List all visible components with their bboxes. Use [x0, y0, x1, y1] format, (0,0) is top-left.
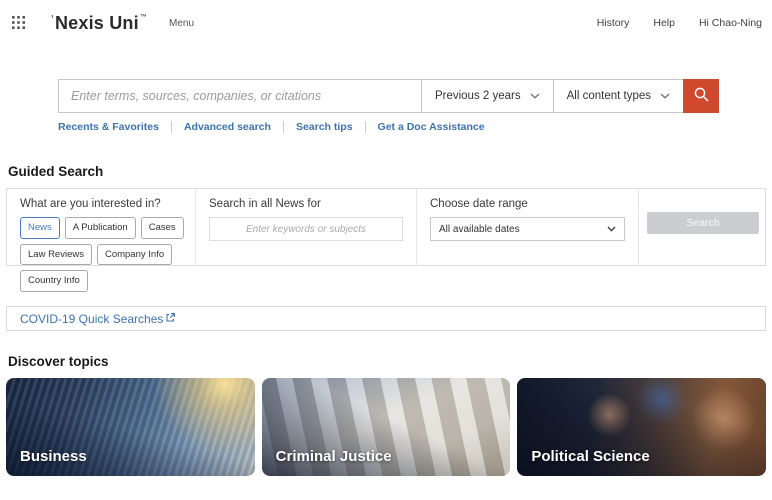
discover-topics-title: Discover topics: [8, 354, 772, 369]
logo-flame-mark: ʼ: [51, 14, 54, 25]
topic-card-label: Business: [20, 448, 87, 465]
chip-news[interactable]: News: [20, 217, 60, 239]
interest-column: What are you interested in? News A Publi…: [7, 189, 195, 265]
date-range-selected-value: All available dates: [439, 224, 520, 235]
content-type-filter-value: All content types: [567, 90, 651, 102]
link-doc-assistance[interactable]: Get a Doc Assistance: [378, 121, 485, 133]
nav-help[interactable]: Help: [653, 17, 675, 29]
chip-company-info[interactable]: Company Info: [97, 244, 172, 266]
nav-history[interactable]: History: [597, 17, 630, 29]
topic-card-political-science[interactable]: Political Science: [517, 378, 766, 476]
date-range-label: Choose date range: [430, 198, 625, 210]
logo-trademark: ™: [140, 14, 147, 21]
chevron-down-icon: [660, 90, 670, 102]
guided-search-action-column: Search: [638, 189, 765, 265]
chevron-down-icon: [530, 90, 540, 102]
keywords-input[interactable]: [209, 217, 403, 241]
link-search-tips[interactable]: Search tips: [296, 121, 353, 133]
keywords-label: Search in all News for: [209, 198, 403, 210]
search-bar: Previous 2 years All content types: [58, 79, 719, 113]
topic-card-label: Criminal Justice: [276, 448, 392, 465]
search-submit-button[interactable]: [683, 79, 719, 113]
interest-options: News A Publication Cases Law Reviews Com…: [20, 217, 189, 297]
date-range-select[interactable]: All available dates: [430, 217, 625, 241]
chip-cases[interactable]: Cases: [141, 217, 184, 239]
chip-a-publication[interactable]: A Publication: [65, 217, 136, 239]
divider: [365, 121, 366, 133]
guided-search-title: Guided Search: [8, 164, 772, 179]
divider: [171, 121, 172, 133]
keywords-column: Search in all News for: [195, 189, 416, 265]
date-range-column: Choose date range All available dates: [416, 189, 638, 265]
search-input[interactable]: [59, 80, 421, 112]
date-filter-dropdown[interactable]: Previous 2 years: [421, 80, 553, 112]
nexis-uni-logo[interactable]: ʼ Nexis Uni ™: [51, 13, 147, 34]
topic-card-business[interactable]: Business: [6, 378, 255, 476]
logo-text: Nexis Uni: [55, 13, 139, 34]
menu-button[interactable]: Menu: [169, 18, 194, 29]
content-type-filter-dropdown[interactable]: All content types: [553, 80, 683, 112]
chip-law-reviews[interactable]: Law Reviews: [20, 244, 92, 266]
topic-cards: Business Criminal Justice Political Scie…: [6, 378, 766, 476]
topic-card-criminal-justice[interactable]: Criminal Justice: [262, 378, 511, 476]
top-nav: History Help Hi Chao-Ning: [597, 17, 762, 29]
top-header: ʼ Nexis Uni ™ Menu History Help Hi Chao-…: [0, 0, 772, 46]
divider: [283, 121, 284, 133]
covid-quick-searches-link[interactable]: COVID-19 Quick Searches: [20, 312, 176, 326]
date-filter-value: Previous 2 years: [435, 90, 521, 102]
magnifier-icon: [693, 86, 710, 106]
apps-grid-icon[interactable]: [12, 16, 26, 30]
guided-search-panel: What are you interested in? News A Publi…: [6, 188, 766, 266]
main-search-section: Previous 2 years All content types Recen…: [58, 79, 719, 133]
search-quick-links: Recents & Favorites Advanced search Sear…: [58, 121, 719, 133]
topic-card-label: Political Science: [531, 448, 649, 465]
guided-search-button[interactable]: Search: [647, 212, 759, 234]
external-link-icon: [165, 312, 176, 326]
chevron-down-icon: [607, 224, 616, 235]
link-advanced-search[interactable]: Advanced search: [184, 121, 271, 133]
nav-user-greeting[interactable]: Hi Chao-Ning: [699, 17, 762, 29]
chip-country-info[interactable]: Country Info: [20, 270, 88, 292]
covid-quick-search-bar: COVID-19 Quick Searches: [6, 306, 766, 331]
interest-label: What are you interested in?: [20, 198, 189, 210]
covid-link-text: COVID-19 Quick Searches: [20, 312, 163, 326]
link-recents-favorites[interactable]: Recents & Favorites: [58, 121, 159, 133]
